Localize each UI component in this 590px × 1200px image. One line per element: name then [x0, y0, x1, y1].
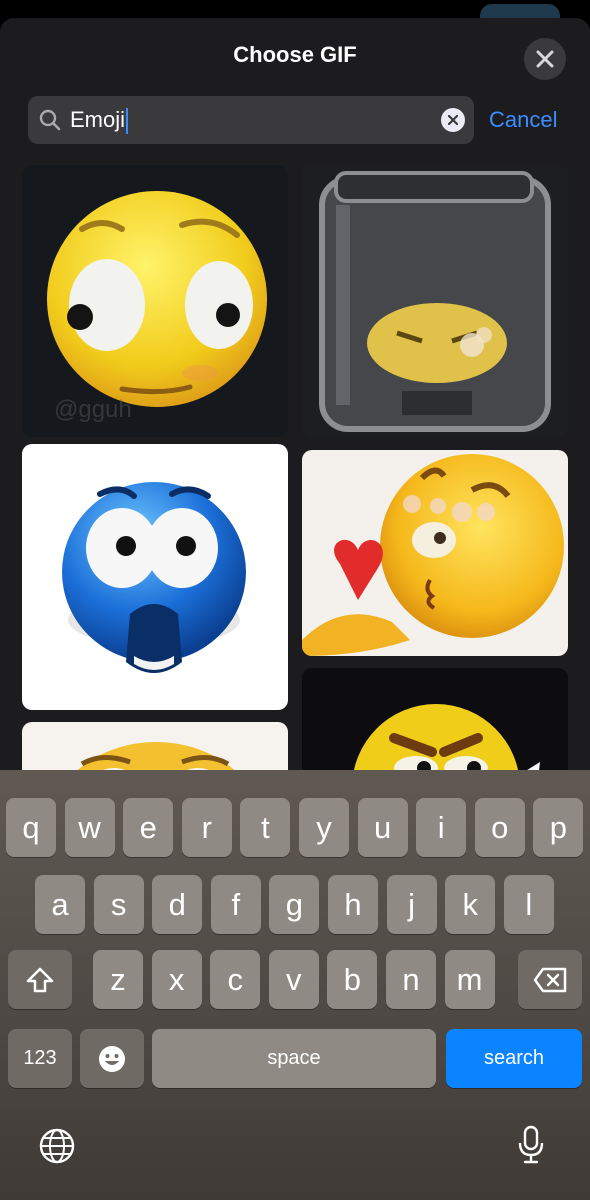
- gif-result-1[interactable]: @gguh: [22, 165, 288, 437]
- shift-icon: [26, 967, 54, 992]
- emoji-key[interactable]: [80, 1029, 144, 1088]
- key-y[interactable]: y: [299, 798, 349, 857]
- key-f[interactable]: f: [210, 875, 261, 934]
- delete-key[interactable]: [518, 950, 582, 1009]
- key-d[interactable]: d: [152, 875, 203, 934]
- key-a[interactable]: a: [35, 875, 85, 934]
- microphone-icon[interactable]: [515, 1125, 547, 1165]
- numbers-key[interactable]: 123: [8, 1029, 72, 1088]
- key-k[interactable]: k: [445, 875, 496, 934]
- shift-key[interactable]: [8, 950, 72, 1009]
- key-z[interactable]: z: [93, 950, 143, 1009]
- search-input[interactable]: Emoji: [70, 107, 129, 135]
- key-n[interactable]: n: [386, 950, 436, 1009]
- gif-watermark: @gguh: [54, 396, 132, 423]
- key-c[interactable]: c: [210, 950, 261, 1009]
- key-h[interactable]: h: [328, 875, 378, 934]
- key-r[interactable]: r: [181, 798, 232, 857]
- cancel-button[interactable]: Cancel: [489, 107, 557, 133]
- globe-icon[interactable]: [38, 1127, 76, 1165]
- key-b[interactable]: b: [327, 950, 378, 1009]
- key-e[interactable]: e: [123, 798, 174, 857]
- sheet-title: Choose GIF: [233, 42, 357, 67]
- key-s[interactable]: s: [93, 875, 144, 934]
- emoji-in-jar-image: [302, 165, 568, 437]
- key-u[interactable]: u: [357, 798, 408, 857]
- key-m[interactable]: m: [444, 950, 495, 1009]
- text-caret: [126, 108, 129, 135]
- key-w[interactable]: w: [64, 798, 115, 857]
- kissing-emoji-image: [302, 454, 564, 656]
- key-j[interactable]: j: [386, 875, 437, 934]
- emoji-icon: [99, 1045, 125, 1072]
- gif-result-4[interactable]: [302, 450, 568, 656]
- shocked-blue-emoji-image: [62, 482, 246, 673]
- wide-eyed-emoji-image: @gguh: [47, 191, 267, 423]
- gif-result-2[interactable]: [302, 165, 568, 437]
- key-t[interactable]: t: [240, 798, 291, 857]
- space-key[interactable]: space: [152, 1029, 436, 1088]
- key-q[interactable]: q: [6, 798, 56, 857]
- key-x[interactable]: x: [151, 950, 202, 1009]
- delete-icon: [533, 967, 567, 992]
- key-g[interactable]: g: [269, 875, 320, 934]
- key-l[interactable]: l: [503, 875, 554, 934]
- clear-x-icon: [447, 114, 459, 126]
- clear-search-button[interactable]: [441, 108, 465, 132]
- close-button[interactable]: [524, 38, 566, 80]
- search-value: Emoji: [70, 107, 126, 132]
- key-o[interactable]: o: [474, 798, 525, 857]
- close-icon: [536, 50, 554, 68]
- search-key[interactable]: search: [446, 1029, 582, 1088]
- search-field[interactable]: Emoji: [28, 96, 474, 144]
- key-p[interactable]: p: [533, 798, 584, 857]
- keyboard: qwertyuiop asdfghjkl zxcvbnm 123 space s…: [0, 770, 590, 1200]
- magnifier-icon: [39, 109, 61, 131]
- key-v[interactable]: v: [268, 950, 319, 1009]
- gif-result-3[interactable]: [22, 444, 288, 710]
- key-i[interactable]: i: [416, 798, 467, 857]
